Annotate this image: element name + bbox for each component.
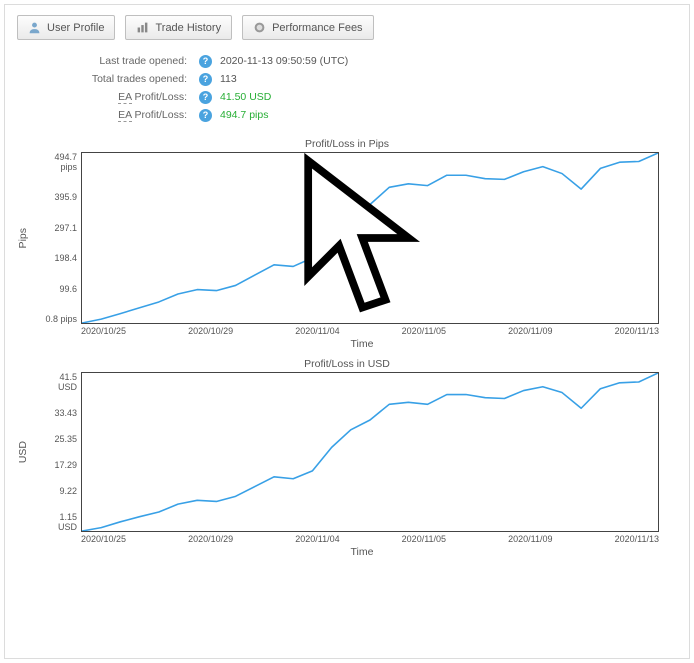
tab-label: Trade History	[155, 22, 221, 34]
axis-tick: 2020/11/05	[402, 534, 446, 544]
axis-tick: 41.5 USD	[41, 372, 77, 392]
chart-usd-xticks: 2020/10/25 2020/10/29 2020/11/04 2020/11/05…	[81, 534, 659, 544]
axis-tick: 395.9	[41, 192, 77, 202]
axis-tick: 25.35	[41, 434, 77, 444]
axis-tick: 0.8 pips	[41, 314, 77, 324]
help-icon[interactable]: ?	[199, 109, 212, 122]
label-last-trade-opened: Last trade opened:	[21, 55, 191, 67]
chart-pips-ylabel: Pips	[17, 228, 41, 248]
row-ea-pl-usd: EA Profit/Loss: ? 41.50 USD	[21, 88, 677, 106]
row-ea-pl-pips: EA Profit/Loss: ? 494.7 pips	[21, 106, 677, 124]
label-total-trades-opened: Total trades opened:	[21, 73, 191, 85]
chart-pips-svg	[82, 153, 658, 323]
axis-tick: 2020/11/04	[295, 326, 339, 336]
row-total-trades-opened: Total trades opened: ? 113	[21, 70, 677, 88]
tab-label: Performance Fees	[272, 22, 362, 34]
value-total-trades-opened: 113	[220, 73, 237, 85]
help-icon[interactable]: ?	[199, 55, 212, 68]
tab-bar: User Profile Trade History Performance F…	[17, 15, 677, 40]
axis-tick: 297.1	[41, 223, 77, 233]
chart-usd-title: Profit/Loss in USD	[17, 358, 677, 370]
summary-block: Last trade opened: ? 2020-11-13 09:50:59…	[21, 52, 677, 124]
chart-usd-yticks: 41.5 USD 33.43 25.35 17.29 9.22 1.15 USD	[41, 372, 81, 532]
chart-usd: Profit/Loss in USD USD 41.5 USD 33.43 25.3…	[17, 358, 677, 558]
label-ea-pl-usd: EA Profit/Loss:	[21, 91, 191, 103]
chart-usd-ylabel: USD	[17, 441, 41, 463]
axis-tick: 198.4	[41, 253, 77, 263]
axis-tick: 2020/10/25	[81, 534, 126, 544]
axis-tick: 33.43	[41, 408, 77, 418]
axis-tick: 2020/10/25	[81, 326, 126, 336]
user-icon	[28, 21, 41, 34]
label-ea-pl-pips: EA Profit/Loss:	[21, 109, 191, 121]
value-ea-pl-pips: 494.7 pips	[220, 109, 268, 121]
coin-icon	[253, 21, 266, 34]
app-frame: User Profile Trade History Performance F…	[4, 4, 690, 659]
help-icon[interactable]: ?	[199, 91, 212, 104]
chart-pips-xticks: 2020/10/25 2020/10/29 2020/11/04 2020/11/05…	[81, 326, 659, 336]
axis-tick: 17.29	[41, 460, 77, 470]
axis-tick: 2020/10/29	[188, 326, 233, 336]
axis-tick: 2020/11/13	[615, 326, 659, 336]
axis-tick: 494.7 pips	[41, 152, 77, 172]
series-line	[82, 153, 658, 323]
axis-tick: 99.6	[41, 284, 77, 294]
tab-performance-fees[interactable]: Performance Fees	[242, 15, 373, 40]
tab-user-profile[interactable]: User Profile	[17, 15, 115, 40]
axis-tick: 2020/11/09	[508, 326, 552, 336]
chart-usd-plot[interactable]	[81, 372, 659, 532]
value-ea-pl-usd: 41.50 USD	[220, 91, 271, 103]
chart-pips-plot[interactable]	[81, 152, 659, 324]
value-last-trade-opened: 2020-11-13 09:50:59 (UTC)	[220, 55, 348, 67]
chart-pips-yticks: 494.7 pips 395.9 297.1 198.4 99.6 0.8 pips	[41, 152, 81, 324]
axis-tick: 2020/11/05	[402, 326, 446, 336]
chart-usd-svg	[82, 373, 658, 531]
axis-tick: 2020/11/09	[508, 534, 552, 544]
chart-pips-title: Profit/Loss in Pips	[17, 138, 677, 150]
series-line	[82, 373, 658, 531]
help-icon[interactable]: ?	[199, 73, 212, 86]
chart-usd-xlabel: Time	[47, 546, 677, 558]
axis-tick: 2020/10/29	[188, 534, 233, 544]
chart-pips: Profit/Loss in Pips Pips 494.7 pips 395.9…	[17, 138, 677, 350]
axis-tick: 1.15 USD	[41, 512, 77, 532]
tab-trade-history[interactable]: Trade History	[125, 15, 232, 40]
chart-pips-xlabel: Time	[47, 338, 677, 350]
axis-tick: 9.22	[41, 486, 77, 496]
chart-icon	[136, 21, 149, 34]
axis-tick: 2020/11/13	[615, 534, 659, 544]
axis-tick: 2020/11/04	[295, 534, 339, 544]
row-last-trade-opened: Last trade opened: ? 2020-11-13 09:50:59…	[21, 52, 677, 70]
tab-label: User Profile	[47, 22, 104, 34]
